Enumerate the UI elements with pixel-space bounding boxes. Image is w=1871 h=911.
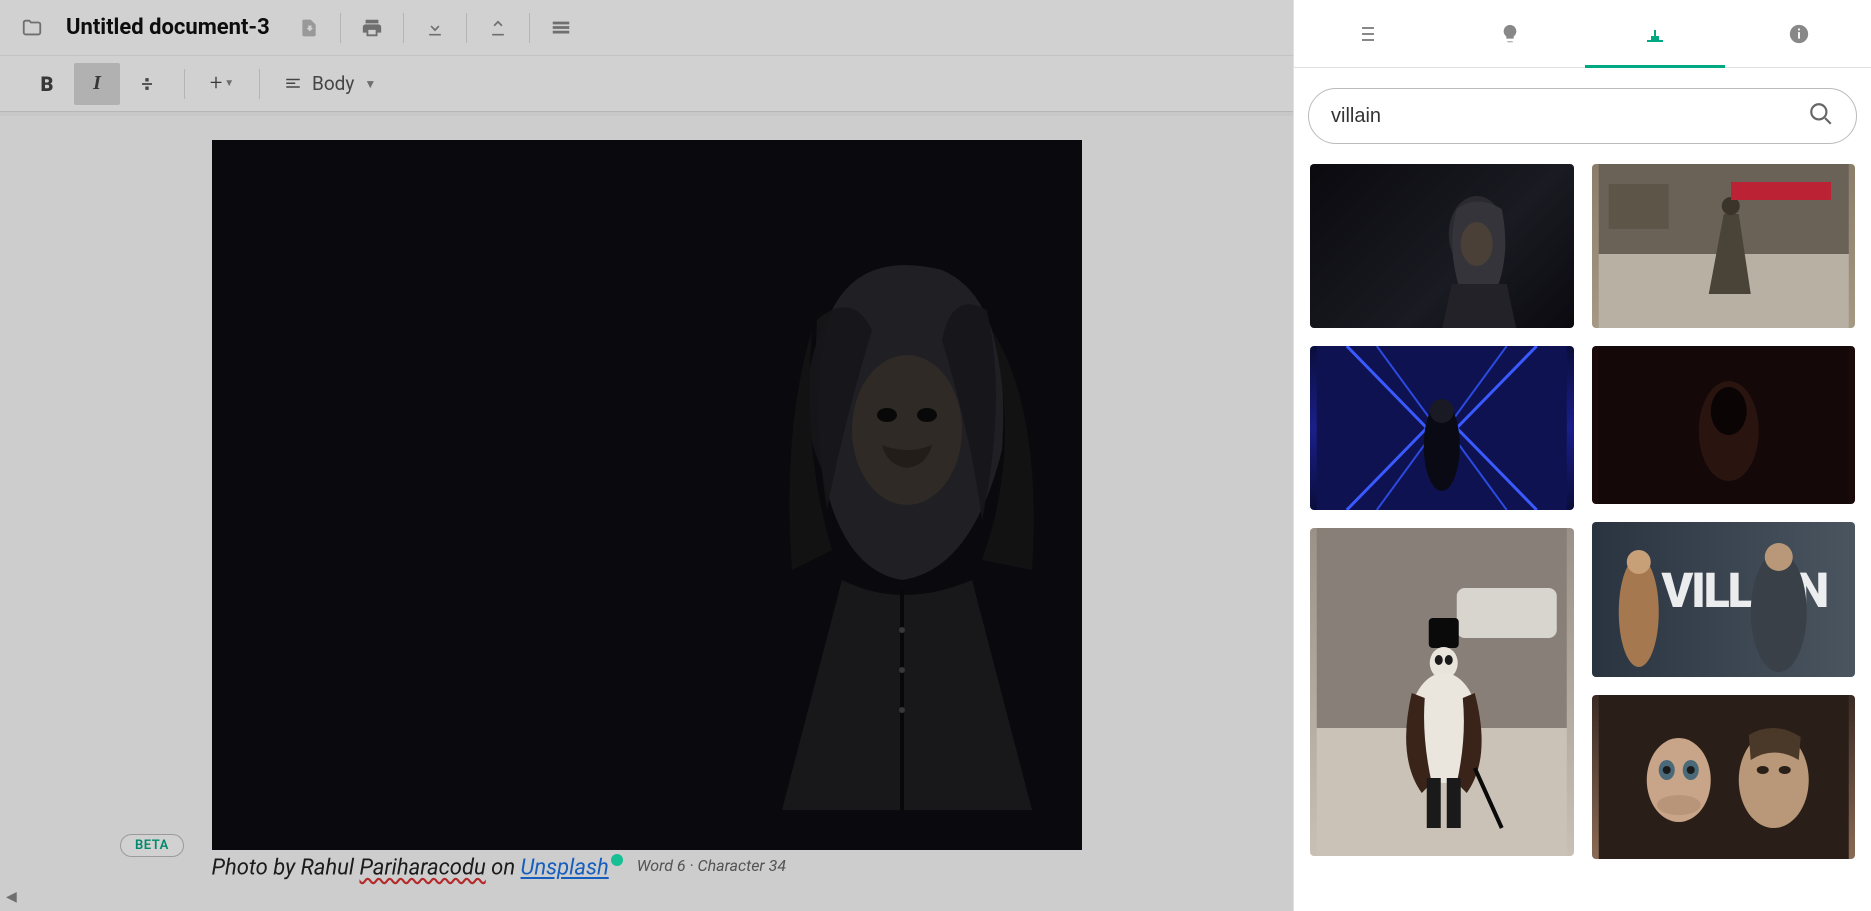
- italic-button[interactable]: I: [74, 63, 120, 105]
- refresh-icon[interactable]: [286, 8, 332, 48]
- separator: [259, 69, 260, 99]
- print-icon[interactable]: [349, 8, 395, 48]
- collaboration-cursor-icon: [611, 854, 623, 866]
- paragraph-style-label: Body: [312, 72, 354, 95]
- result-street-cloak[interactable]: [1592, 164, 1856, 328]
- main-workspace: Untitled document-3 B I + ▼: [0, 0, 1293, 911]
- chevron-down-icon: ▼: [364, 77, 376, 91]
- beta-badge: BETA: [120, 834, 184, 857]
- separator: [184, 69, 185, 99]
- separator: [403, 13, 404, 43]
- separator: [529, 13, 530, 43]
- download-icon[interactable]: [412, 8, 458, 48]
- tab-outline[interactable]: [1294, 0, 1438, 67]
- search-input[interactable]: [1331, 105, 1808, 128]
- tab-ideas[interactable]: [1438, 0, 1582, 67]
- result-villain-text[interactable]: [1592, 522, 1856, 677]
- result-penguin-street[interactable]: [1310, 528, 1574, 856]
- result-dark-portrait[interactable]: [1310, 164, 1574, 328]
- upload-icon[interactable]: [475, 8, 521, 48]
- image-search-box: [1308, 88, 1857, 144]
- inserted-image[interactable]: [212, 140, 1082, 850]
- result-blue-corridor[interactable]: [1310, 346, 1574, 510]
- caption-prefix: Photo by Rahul: [212, 855, 360, 880]
- word-char-count: Word 6 · Character 34: [637, 856, 786, 875]
- separator: [340, 13, 341, 43]
- layout-icon[interactable]: [538, 8, 584, 48]
- search-icon[interactable]: [1808, 101, 1834, 131]
- result-couple-fear[interactable]: [1592, 695, 1856, 859]
- image-caption[interactable]: Photo by Rahul Pariharacodu on Unsplash: [212, 854, 623, 880]
- format-toolbar: B I + ▼ Body ▼: [0, 56, 1293, 112]
- image-results[interactable]: [1294, 154, 1871, 911]
- paragraph-style-select[interactable]: Body ▼: [274, 72, 386, 95]
- document-page[interactable]: Photo by Rahul Pariharacodu on Unsplash …: [212, 140, 1082, 880]
- folder-icon[interactable]: [12, 8, 52, 48]
- bold-button[interactable]: B: [24, 63, 70, 105]
- document-title[interactable]: Untitled document-3: [66, 15, 270, 40]
- caption-author-spellcheck: Pariharacodu: [359, 855, 485, 880]
- strikethrough-button[interactable]: [124, 63, 170, 105]
- caption-on: on: [486, 855, 521, 880]
- caption-source-link[interactable]: Unsplash: [521, 855, 609, 880]
- editor-canvas: Photo by Rahul Pariharacodu on Unsplash …: [0, 116, 1293, 911]
- separator: [466, 13, 467, 43]
- sidebar-tabs: [1294, 0, 1871, 68]
- result-dark-hooded[interactable]: [1592, 346, 1856, 504]
- collapse-left-icon[interactable]: ◀: [6, 889, 17, 905]
- tab-images[interactable]: [1583, 0, 1727, 67]
- top-toolbar: Untitled document-3: [0, 0, 1293, 56]
- right-sidebar: [1293, 0, 1871, 911]
- tab-info[interactable]: [1727, 0, 1871, 67]
- search-container: [1294, 68, 1871, 154]
- image-content: [212, 140, 1082, 850]
- insert-button[interactable]: + ▼: [199, 63, 245, 105]
